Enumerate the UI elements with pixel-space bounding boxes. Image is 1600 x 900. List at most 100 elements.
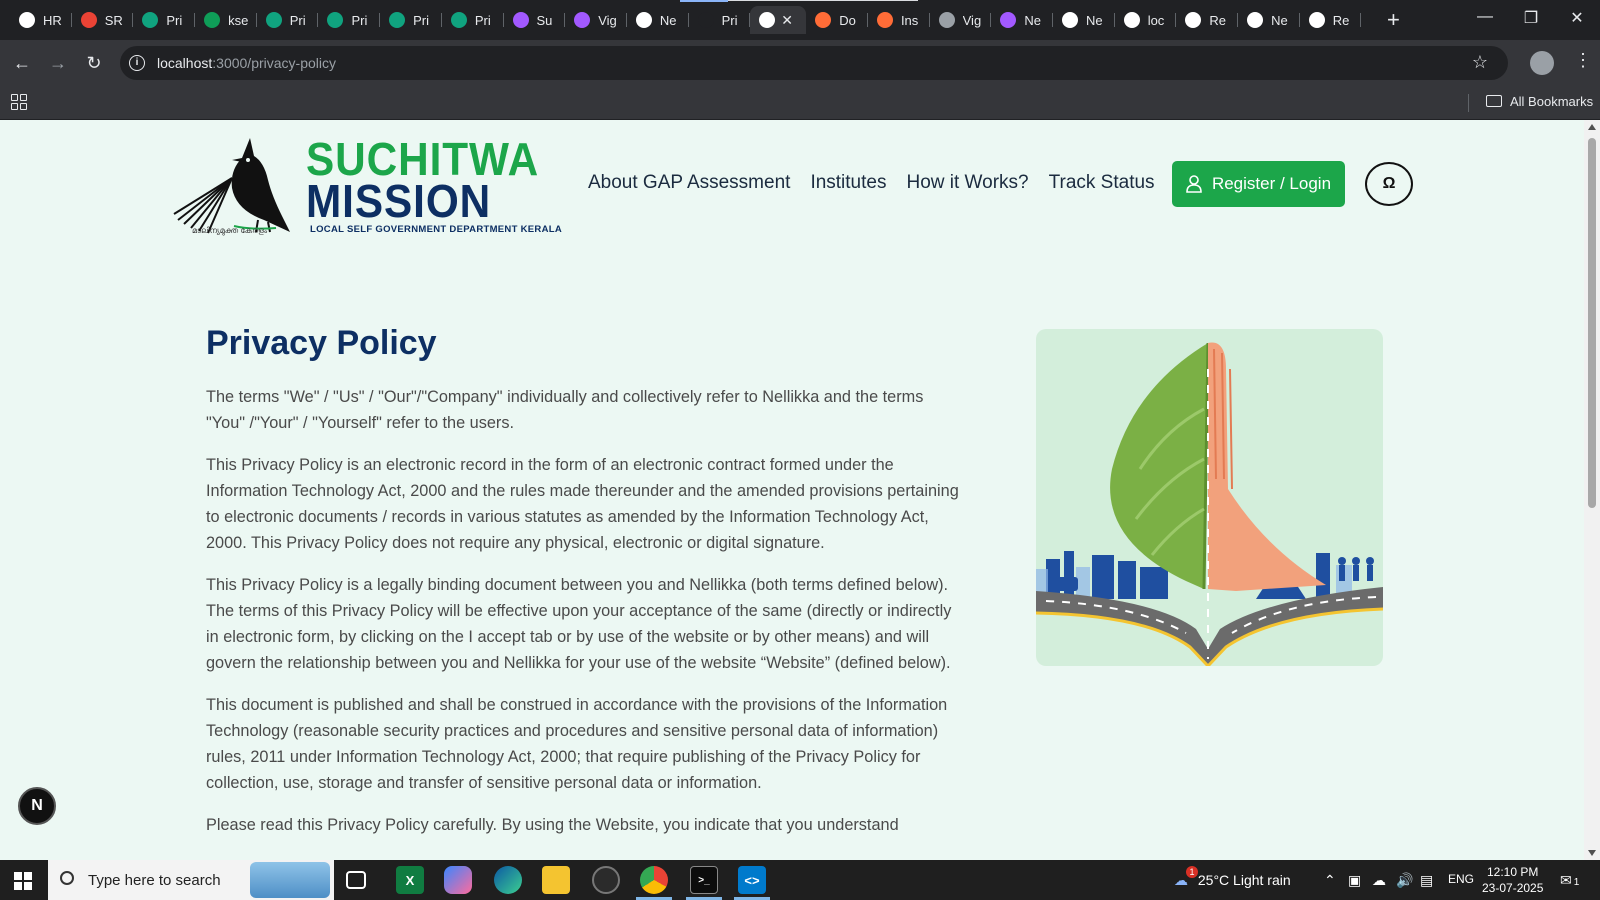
tab-title: Pri — [166, 12, 183, 28]
browser-tab-active[interactable]: ✕ — [750, 6, 807, 34]
browser-tab[interactable]: HR — [10, 6, 72, 34]
folder-icon[interactable] — [1486, 95, 1502, 107]
meet-icon[interactable]: ▣ — [1348, 872, 1361, 889]
terminal-icon[interactable]: >_ — [690, 866, 718, 894]
close-tab-icon[interactable]: ✕ — [781, 12, 793, 29]
browser-tab[interactable]: Ins — [868, 6, 930, 34]
browser-tab[interactable]: Ne — [1238, 6, 1300, 34]
browser-tab[interactable]: Pri — [257, 6, 319, 34]
browser-tab[interactable]: Pri — [689, 6, 751, 34]
edge-icon[interactable] — [494, 866, 522, 894]
browser-tab[interactable]: Ne — [991, 6, 1053, 34]
suchitwa-mission-logo[interactable]: SUCHITWA MISSION LOCAL SELF GOVERNMENT D… — [172, 136, 562, 238]
tab-title: Ne — [1271, 12, 1288, 28]
figma-icon — [574, 12, 591, 28]
vercel-icon — [1123, 12, 1140, 28]
accessibility-button[interactable]: Ω — [1365, 162, 1413, 206]
browser-tab[interactable]: Pri — [380, 6, 442, 34]
tab-title: Pri — [289, 12, 306, 28]
forward-button[interactable]: → — [46, 51, 70, 75]
browser-menu-icon[interactable]: ⋮ — [1574, 50, 1592, 71]
chatgpt-icon — [265, 12, 282, 28]
reload-button[interactable]: ↻ — [82, 51, 106, 75]
sheets-icon — [204, 12, 221, 28]
tray-overflow-icon[interactable]: ⌃ — [1324, 872, 1336, 889]
nav-about-gap-assessment[interactable]: About GAP Assessment — [588, 172, 790, 194]
bookmarks-bar: All Bookmarks — [0, 86, 1600, 120]
profile-avatar[interactable] — [1530, 51, 1554, 75]
apps-grid-icon[interactable] — [11, 94, 27, 110]
taskbar-search-box[interactable]: Type here to search — [48, 860, 334, 900]
browser-tab[interactable]: Su — [504, 6, 566, 34]
scroll-down-arrow-icon[interactable] — [1588, 850, 1596, 856]
register-login-button[interactable]: Register / Login — [1172, 161, 1345, 207]
onedrive-icon[interactable]: ☁ — [1372, 872, 1386, 889]
url-host: localhost — [157, 55, 213, 71]
chatgpt-icon — [389, 12, 406, 28]
tab-loading-indicator — [680, 0, 728, 2]
browser-tab[interactable]: Ne — [627, 6, 689, 34]
notification-center-icon[interactable]: ✉ 1 — [1560, 872, 1579, 889]
leaf-road-illustration — [1036, 329, 1383, 666]
windows-start-icon[interactable] — [14, 872, 32, 890]
browser-toolbar: ← → ↻ i localhost:3000/privacy-policy ☆ — [0, 40, 1600, 86]
browser-tab[interactable]: kse — [195, 6, 257, 34]
postman-icon — [876, 12, 893, 28]
tab-list: HR SR Pri kse Pri Pri Pri Pri Su Vig Ne Pri ✕ Do Ins Vi… — [10, 6, 1362, 34]
tab-title: HR — [43, 12, 62, 28]
browser-tab[interactable]: Vig — [930, 6, 992, 34]
browser-tab[interactable]: Re — [1300, 6, 1362, 34]
bookmark-star-icon[interactable]: ☆ — [1472, 52, 1488, 73]
weather-text: 25°C Light rain — [1197, 872, 1291, 888]
scrollbar-thumb[interactable] — [1588, 138, 1596, 508]
main-navigation: About GAP Assessment Institutes How it W… — [588, 172, 1175, 194]
tab-title: Pri — [351, 12, 368, 28]
browser-tab[interactable]: Pri — [318, 6, 381, 34]
file-explorer-icon[interactable] — [542, 866, 570, 894]
browser-tab[interactable]: Vig — [565, 6, 627, 34]
new-tab-button[interactable]: + — [1387, 8, 1400, 32]
browser-tab[interactable]: loc — [1115, 6, 1177, 34]
figma-icon — [1000, 12, 1017, 28]
all-bookmarks-link[interactable]: All Bookmarks — [1510, 94, 1593, 109]
weather-widget[interactable]: ☁ 1 25°C Light rain — [1174, 866, 1291, 889]
vscode-icon[interactable]: <> — [738, 866, 766, 894]
browser-tab[interactable]: Ne — [1053, 6, 1115, 34]
chrome-icon[interactable] — [640, 866, 668, 894]
browser-tab[interactable]: Pri — [133, 6, 196, 34]
browser-tab[interactable]: Do — [806, 6, 868, 34]
browser-tab[interactable]: Re — [1176, 6, 1239, 34]
excel-icon[interactable]: X — [396, 866, 424, 894]
task-view-icon[interactable] — [346, 871, 366, 889]
accessibility-icon: Ω — [1382, 175, 1396, 192]
page-scrollbar[interactable] — [1584, 120, 1600, 860]
register-login-label: Register / Login — [1211, 174, 1332, 193]
clock-time: 12:10 PM — [1487, 865, 1539, 879]
address-bar[interactable]: i localhost:3000/privacy-policy ☆ — [120, 46, 1508, 80]
policy-paragraph: Please read this Privacy Policy carefull… — [206, 816, 899, 834]
url-text[interactable]: localhost:3000/privacy-policy — [157, 55, 336, 71]
openai-icon — [635, 12, 652, 28]
volume-icon[interactable]: 🔊 — [1396, 872, 1413, 889]
back-button[interactable]: ← — [10, 51, 34, 75]
copilot-icon[interactable] — [444, 866, 472, 894]
obs-icon[interactable] — [592, 866, 620, 894]
nav-institutes[interactable]: Institutes — [810, 172, 886, 194]
site-info-icon[interactable]: i — [129, 55, 145, 71]
nav-track-status[interactable]: Track Status — [1049, 172, 1155, 194]
close-window-button[interactable]: ✕ — [1567, 8, 1587, 28]
floating-n-badge[interactable]: N — [18, 787, 56, 825]
language-indicator[interactable]: ENG — [1448, 872, 1474, 886]
nav-how-it-works[interactable]: How it Works? — [906, 172, 1028, 194]
scroll-up-arrow-icon[interactable] — [1588, 124, 1596, 130]
globe-icon — [938, 12, 955, 28]
restore-button[interactable]: ❐ — [1521, 8, 1541, 28]
vercel-icon — [759, 12, 776, 28]
browser-tab[interactable]: Pri — [442, 6, 504, 34]
browser-tab[interactable]: SR — [72, 6, 134, 34]
tab-title: Su — [536, 12, 553, 28]
minimize-button[interactable]: — — [1475, 8, 1495, 26]
network-icon[interactable]: ▤ — [1420, 872, 1433, 889]
taskbar-clock[interactable]: 12:10 PM 23-07-2025 — [1482, 864, 1543, 896]
document-icon — [1308, 12, 1325, 28]
